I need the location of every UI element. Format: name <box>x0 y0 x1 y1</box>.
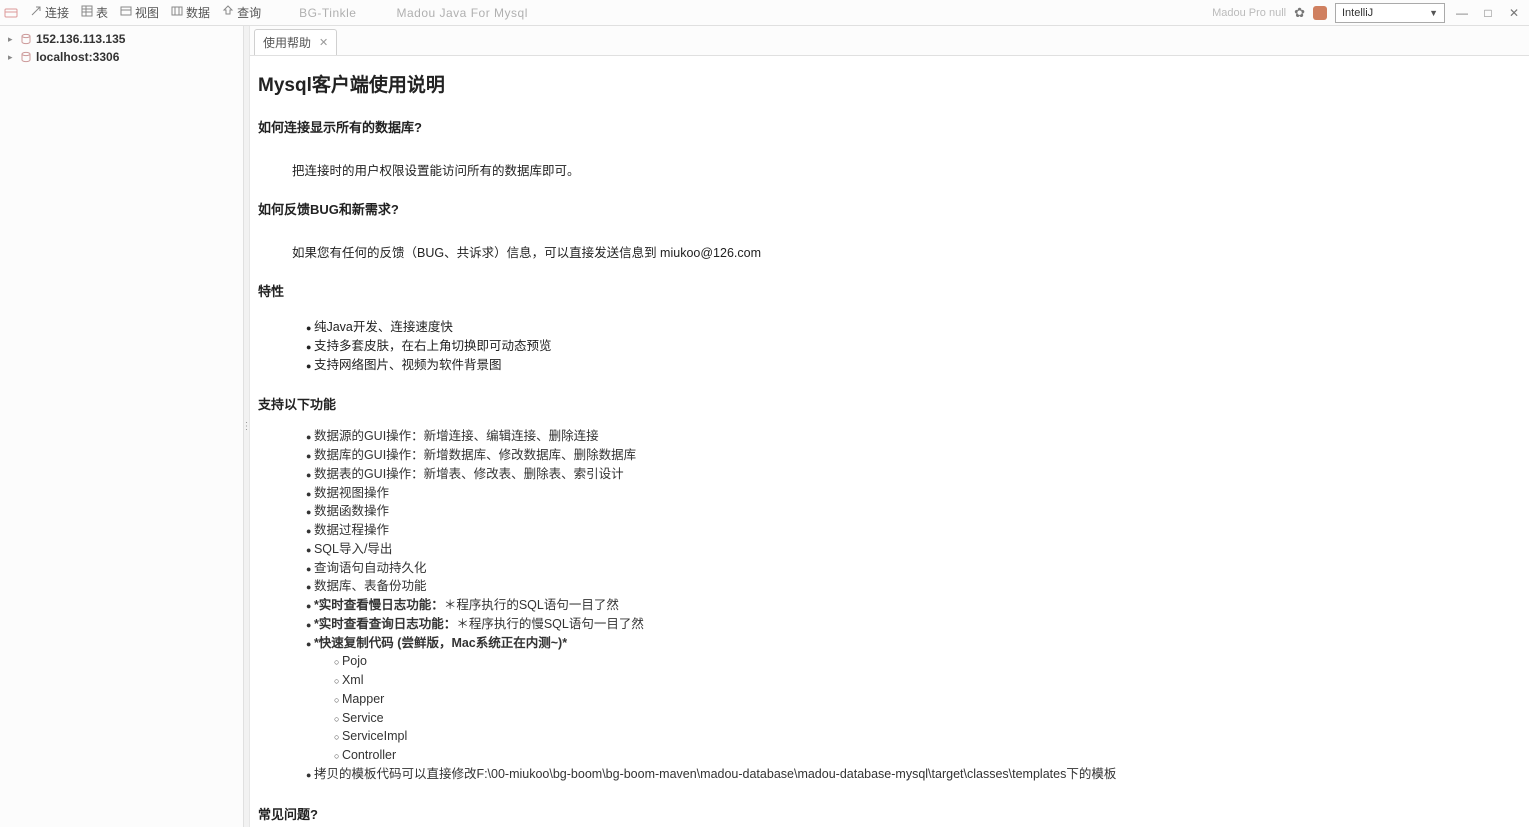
list-item: Mapper <box>334 690 1521 709</box>
close-icon[interactable]: ✕ <box>319 36 328 49</box>
menu-connection[interactable]: 连接 <box>24 1 75 25</box>
list-item: Controller <box>334 746 1521 765</box>
list-item: SQL导入/导出 <box>306 540 1521 559</box>
menubar: 连接 表 视图 数据 查询 BG-Tinkle Madou Java For M… <box>0 0 1529 26</box>
trial-label: Madou Pro null <box>1212 7 1286 19</box>
text: ＊程序执行的慢SQL语句一目了然 <box>456 617 644 631</box>
badge-icon[interactable] <box>1313 6 1327 20</box>
menu-label: 查询 <box>237 4 261 21</box>
main-panel: 使用帮助 ✕ Mysql客户端使用说明 如何连接显示所有的数据库? 把连接时的用… <box>250 26 1529 827</box>
tab-label: 使用帮助 <box>263 34 311 51</box>
data-icon <box>171 5 183 20</box>
menu-label: 视图 <box>135 4 159 21</box>
page-title: Mysql客户端使用说明 <box>258 70 1521 97</box>
heading-faq: 常见问题? <box>258 804 1521 823</box>
menu-label: 表 <box>96 4 108 21</box>
brand-madou: Madou Java For Mysql <box>388 6 535 20</box>
tab-help[interactable]: 使用帮助 ✕ <box>254 29 337 55</box>
list-item: Xml <box>334 671 1521 690</box>
heading-functions: 支持以下功能 <box>258 394 1521 413</box>
database-icon <box>20 33 32 45</box>
answer-1: 把连接时的用户权限设置能访问所有的数据库即可。 <box>292 160 1521 179</box>
sidebar-item-connection-0[interactable]: ▸ 152.136.113.135 <box>0 30 243 48</box>
database-icon <box>20 51 32 63</box>
list-item: 数据表的GUI操作：新增表、修改表、删除表、索引设计 <box>306 465 1521 484</box>
table-icon <box>81 5 93 20</box>
list-item: 查询语句自动持久化 <box>306 559 1521 578</box>
help-document: Mysql客户端使用说明 如何连接显示所有的数据库? 把连接时的用户权限设置能访… <box>258 70 1521 827</box>
bold-text: *实时查看慢日志功能： <box>314 598 444 612</box>
menu-label: 连接 <box>45 4 69 21</box>
menu-table[interactable]: 表 <box>75 1 114 25</box>
bold-text: *实时查看查询日志功能： <box>314 617 456 631</box>
query-icon <box>222 5 234 20</box>
heading-q2: 如何反馈BUG和新需求? <box>258 199 1521 218</box>
list-item: *实时查看查询日志功能：＊程序执行的慢SQL语句一目了然 <box>306 615 1521 634</box>
list-item: ServiceImpl <box>334 727 1521 746</box>
list-item: 数据函数操作 <box>306 502 1521 521</box>
theme-value: IntelliJ <box>1342 7 1373 19</box>
text: ＊程序执行的SQL语句一目了然 <box>444 598 619 612</box>
connection-label: localhost:3306 <box>36 50 119 64</box>
sub-list: Pojo Xml Mapper Service ServiceImpl Cont… <box>334 652 1521 765</box>
list-item: Pojo <box>334 652 1521 671</box>
list-item: 数据库的GUI操作：新增数据库、修改数据库、删除数据库 <box>306 446 1521 465</box>
list-item: *实时查看慢日志功能：＊程序执行的SQL语句一目了然 <box>306 596 1521 615</box>
list-item: 支持多套皮肤，在右上角切换即可动态预览 <box>306 337 1521 356</box>
close-button[interactable]: ✕ <box>1505 4 1523 22</box>
menu-data[interactable]: 数据 <box>165 1 216 25</box>
feature-list: 纯Java开发、连接速度快 支持多套皮肤，在右上角切换即可动态预览 支持网络图片… <box>306 318 1521 374</box>
workspace: ▸ 152.136.113.135 ▸ localhost:3306 ⋮ 使用帮… <box>0 26 1529 827</box>
function-list: 数据源的GUI操作：新增连接、编辑连接、删除连接 数据库的GUI操作：新增数据库… <box>306 427 1521 783</box>
app-icon <box>4 6 18 20</box>
heading-q1: 如何连接显示所有的数据库? <box>258 117 1521 136</box>
chevron-right-icon: ▸ <box>8 34 16 45</box>
settings-icon[interactable]: ✿ <box>1294 5 1305 21</box>
list-item: 数据库、表备份功能 <box>306 577 1521 596</box>
list-item: *快速复制代码 (尝鲜版，Mac系统正在内测~)* Pojo Xml Mappe… <box>306 634 1521 765</box>
connection-label: 152.136.113.135 <box>36 32 125 46</box>
menu-query[interactable]: 查询 <box>216 1 267 25</box>
content-area[interactable]: Mysql客户端使用说明 如何连接显示所有的数据库? 把连接时的用户权限设置能访… <box>250 56 1529 827</box>
list-item: 数据源的GUI操作：新增连接、编辑连接、删除连接 <box>306 427 1521 446</box>
list-item: 支持网络图片、视频为软件背景图 <box>306 356 1521 375</box>
brand-bg-tinkle: BG-Tinkle <box>291 6 364 20</box>
tabstrip: 使用帮助 ✕ <box>250 26 1529 56</box>
list-item: 拷贝的模板代码可以直接修改F:\00-miukoo\bg-boom\bg-boo… <box>306 765 1521 784</box>
chevron-down-icon: ▼ <box>1429 8 1438 18</box>
connection-icon <box>30 5 42 20</box>
view-icon <box>120 5 132 20</box>
menu-label: 数据 <box>186 4 210 21</box>
maximize-button[interactable]: □ <box>1479 4 1497 22</box>
list-item: 纯Java开发、连接速度快 <box>306 318 1521 337</box>
theme-select[interactable]: IntelliJ ▼ <box>1335 3 1445 23</box>
chevron-right-icon: ▸ <box>8 52 16 63</box>
heading-features: 特性 <box>258 281 1521 300</box>
list-item: 数据视图操作 <box>306 484 1521 503</box>
answer-2: 如果您有任何的反馈（BUG、共诉求）信息，可以直接发送信息到 miukoo@12… <box>292 242 1521 261</box>
list-item: Service <box>334 709 1521 728</box>
menu-view[interactable]: 视图 <box>114 1 165 25</box>
minimize-button[interactable]: — <box>1453 4 1471 22</box>
sidebar-item-connection-1[interactable]: ▸ localhost:3306 <box>0 48 243 66</box>
list-item: 数据过程操作 <box>306 521 1521 540</box>
bold-text: *快速复制代码 (尝鲜版，Mac系统正在内测~)* <box>314 636 567 650</box>
sidebar: ▸ 152.136.113.135 ▸ localhost:3306 <box>0 26 244 827</box>
